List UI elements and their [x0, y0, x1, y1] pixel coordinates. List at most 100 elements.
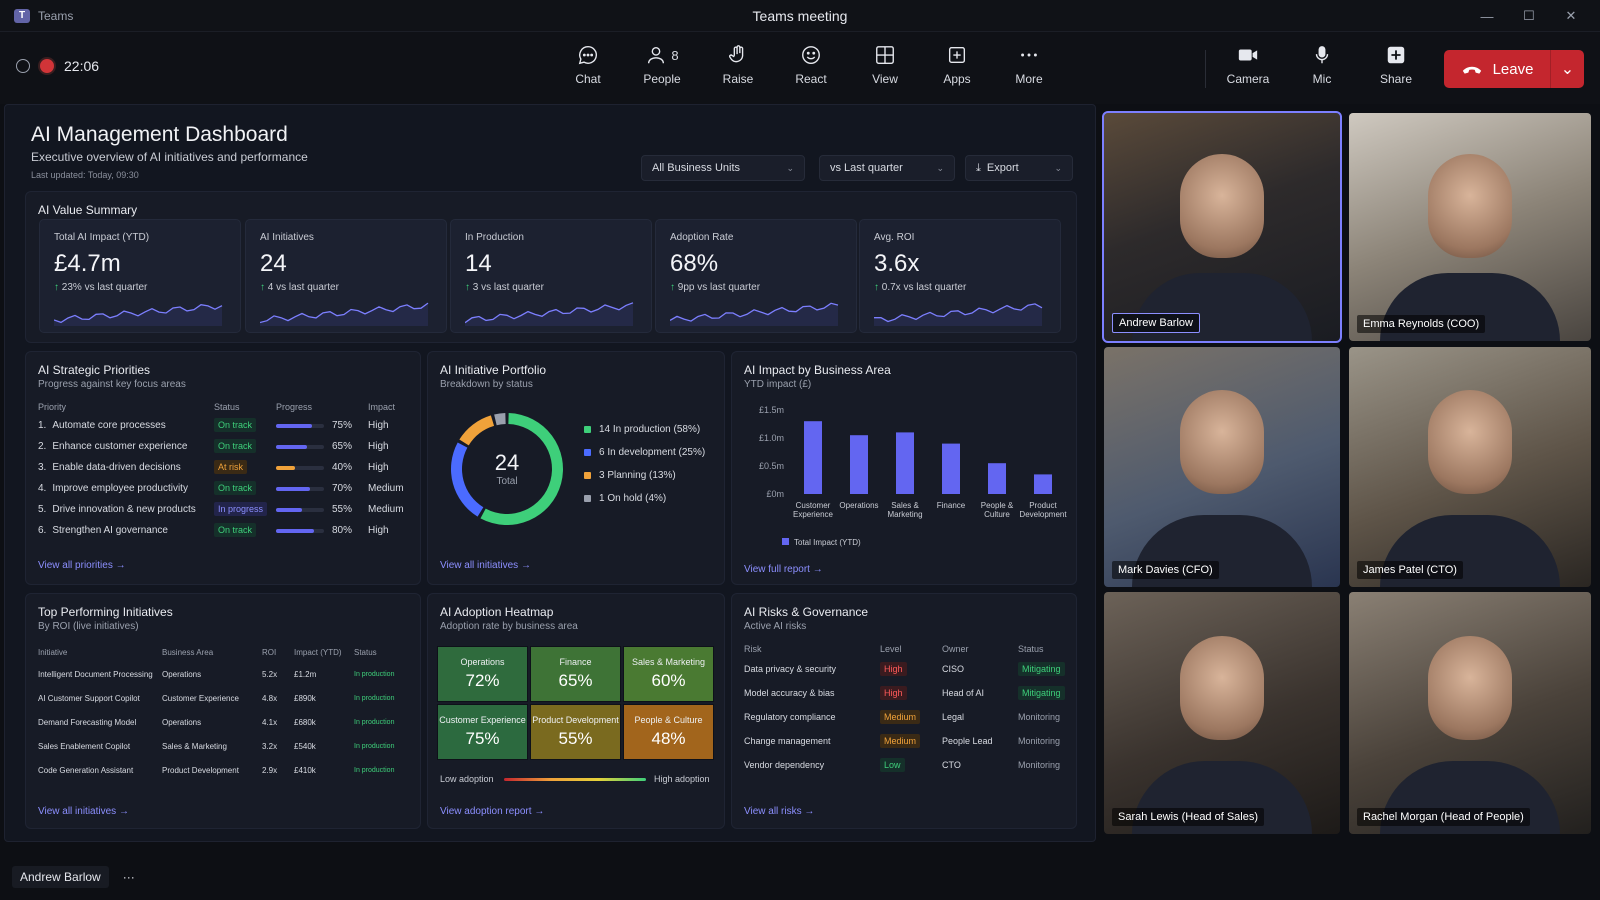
view-button[interactable]: View	[855, 44, 915, 94]
kpi-card: In Production 14 ↑ 3 vs last quarter	[450, 219, 652, 333]
progress-bar	[276, 423, 324, 428]
apps-label: Apps	[943, 72, 971, 86]
value-summary-title: AI Value Summary	[38, 203, 138, 217]
people-button[interactable]: 8 People	[632, 44, 692, 94]
risk-status-cell: Monitoring	[1018, 736, 1060, 746]
risk-name: Model accuracy & bias	[744, 688, 835, 698]
risk-status-cell: Monitoring	[1018, 760, 1060, 770]
kpi-sparkline	[465, 302, 634, 326]
heatmap-cell[interactable]: Sales & Marketing 60%	[623, 646, 714, 702]
dashboard-subtitle: Executive overview of AI initiatives and…	[31, 150, 308, 164]
priority-number: 4.	[38, 483, 47, 494]
initiative-row[interactable]: Code Generation Assistant Product Develop…	[38, 766, 418, 775]
maximize-button[interactable]: ☐	[1508, 4, 1550, 28]
heatmap-cell[interactable]: Finance 65%	[530, 646, 621, 702]
export-button[interactable]: ⤓ Export ⌄	[965, 155, 1073, 181]
participant-tile[interactable]: Emma Reynolds (COO)	[1349, 113, 1591, 341]
priority-name: 5. Drive innovation & new products	[38, 504, 214, 515]
arrow-up-icon: ↑	[465, 282, 473, 293]
apps-button[interactable]: Apps	[927, 44, 987, 94]
compare-dropdown[interactable]: vs Last quarter ⌄	[819, 155, 955, 181]
status-badge: On track	[214, 523, 257, 537]
initiative-row[interactable]: Sales Enablement Copilot Sales & Marketin…	[38, 742, 418, 751]
risk-row[interactable]: Model accuracy & bias High Head of AI Mitig…	[744, 686, 1066, 700]
portfolio-subtitle: Breakdown by status	[440, 379, 533, 390]
impact-value: Medium	[368, 504, 404, 515]
react-button[interactable]: React	[781, 44, 841, 94]
kpi-delta-value: 9pp	[677, 282, 695, 293]
view-full-report-link[interactable]: View full report →	[744, 564, 823, 575]
adoption-scale-bar	[504, 778, 646, 781]
priority-row[interactable]: 3. Enable data-driven decisions At risk 40%…	[38, 460, 410, 474]
heatmap-cell[interactable]: Operations 72%	[437, 646, 528, 702]
heatmap-cell-value: 65%	[558, 671, 593, 690]
share-button[interactable]: Share	[1366, 44, 1426, 94]
business-unit-dropdown[interactable]: All Business Units ⌄	[641, 155, 805, 181]
view-all-risks-link[interactable]: View all risks →	[744, 806, 814, 817]
participant-tile[interactable]: Sarah Lewis (Head of Sales)	[1104, 592, 1340, 834]
raise-hand-button[interactable]: Raise	[708, 44, 768, 94]
priority-row[interactable]: 6. Strengthen AI governance On track 80% Hig…	[38, 523, 410, 537]
close-button[interactable]: ✕	[1550, 4, 1592, 28]
priority-number: 6.	[38, 525, 47, 536]
kpi-label: Adoption Rate	[670, 232, 734, 243]
mic-button[interactable]: Mic	[1292, 44, 1352, 94]
initiative-row[interactable]: Intelligent Document Processing Operation…	[38, 670, 418, 679]
avatar	[1428, 390, 1512, 495]
kpi-value: 68%	[670, 250, 719, 277]
priorities-header: Priority Status Progress Impact	[38, 402, 410, 412]
risk-row[interactable]: Vendor dependency Low CTO Monitoring	[744, 758, 1066, 772]
kpi-sparkline	[670, 302, 839, 326]
avatar	[1180, 390, 1264, 495]
participant-tile[interactable]: Mark Davies (CFO)	[1104, 347, 1340, 587]
minimize-button[interactable]: —	[1466, 4, 1508, 28]
x-tick-label: Development	[1019, 510, 1067, 519]
avatar	[1180, 635, 1264, 740]
more-options-icon[interactable]: ···	[123, 870, 135, 884]
risks-governance-panel: AI Risks & Governance Active AI risks Ri…	[731, 593, 1077, 829]
x-tick-label: Finance	[937, 501, 966, 510]
kpi-card: Total AI Impact (YTD) £4.7m ↑ 23% vs last …	[39, 219, 241, 333]
leave-options-chevron-icon[interactable]: ⌄	[1550, 50, 1584, 88]
y-tick-label: £0.5m	[759, 461, 784, 471]
adoption-heatmap-panel: AI Adoption Heatmap Adoption rate by bus…	[427, 593, 725, 829]
chat-button[interactable]: Chat	[558, 44, 618, 94]
heatmap-cell[interactable]: Product Development 55%	[530, 704, 621, 760]
initiative-row[interactable]: Demand Forecasting Model Operations 4.1x £6…	[38, 718, 418, 727]
more-button[interactable]: More	[999, 44, 1059, 94]
shield-icon[interactable]	[16, 59, 30, 73]
priority-row[interactable]: 5. Drive innovation & new products In prog…	[38, 502, 410, 516]
smiley-icon	[802, 46, 820, 64]
kpi-delta-value: 0.7x	[881, 282, 901, 293]
progress-cell: 70%	[276, 483, 368, 494]
app-brand: T Teams	[14, 8, 73, 23]
participant-tile[interactable]: Rachel Morgan (Head of People)	[1349, 592, 1591, 834]
priority-row[interactable]: 1. Automate core processes On track 75% High	[38, 418, 410, 432]
risk-row[interactable]: Data privacy & security High CISO Mitigatin…	[744, 662, 1066, 676]
raise-label: Raise	[722, 72, 754, 86]
x-tick-label: People &	[981, 501, 1014, 510]
priority-status-cell: At risk	[214, 460, 276, 474]
view-all-initiatives-link[interactable]: View all initiatives →	[440, 560, 531, 571]
participant-tile[interactable]: Andrew Barlow	[1102, 111, 1342, 343]
risk-row[interactable]: Regulatory compliance Medium Legal Monitori…	[744, 710, 1066, 724]
risk-level-badge: Low	[880, 758, 905, 772]
risk-row[interactable]: Change management Medium People Lead Monito…	[744, 734, 1066, 748]
priority-row[interactable]: 2. Enhance customer experience On track 65%…	[38, 439, 410, 453]
view-adoption-report-link[interactable]: View adoption report →	[440, 806, 544, 817]
heatmap-cell[interactable]: Customer Experience 75%	[437, 704, 528, 760]
col-area: Business Area	[162, 648, 214, 657]
presenter-name[interactable]: Andrew Barlow	[12, 866, 109, 888]
kpi-delta-text: vs last quarter	[84, 282, 148, 293]
legend-swatch	[584, 449, 591, 456]
leave-button[interactable]: Leave	[1444, 50, 1550, 88]
priority-name: 6. Strengthen AI governance	[38, 525, 214, 536]
priority-row[interactable]: 4. Improve employee productivity On track 7…	[38, 481, 410, 495]
initiative-row[interactable]: AI Customer Support Copilot Customer Expe…	[38, 694, 418, 703]
camera-button[interactable]: Camera	[1218, 44, 1278, 94]
view-all-initiatives-link-2[interactable]: View all initiatives →	[38, 806, 129, 817]
view-all-priorities-link[interactable]: View all priorities →	[38, 560, 126, 571]
participant-tile[interactable]: James Patel (CTO)	[1349, 347, 1591, 587]
heatmap-cell[interactable]: People & Culture 48%	[623, 704, 714, 760]
participant-name: Emma Reynolds (COO)	[1357, 315, 1486, 333]
